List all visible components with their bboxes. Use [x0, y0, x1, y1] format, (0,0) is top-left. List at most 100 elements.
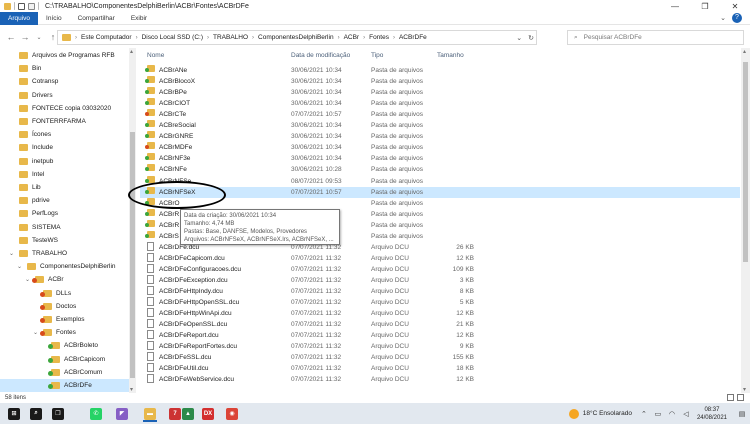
nav-pane-scrollbar[interactable]: ▴ ▾ — [129, 48, 136, 393]
tree-item[interactable]: ACBrDFe — [0, 379, 129, 392]
file-row[interactable]: ACBrNFe 30/06/2021 10:28 Pasta de arquivos — [140, 164, 740, 175]
ribbon-tab[interactable]: Compartilhar — [70, 12, 123, 25]
tree-item[interactable]: Ícones — [0, 128, 129, 141]
column-header-type[interactable]: Tipo — [371, 48, 383, 63]
tree-item[interactable]: Doctos — [0, 300, 129, 313]
address-dropdown-icon[interactable]: ⌄ — [516, 34, 522, 42]
chevron-down-icon[interactable]: ⌄ — [33, 329, 39, 336]
tree-item[interactable]: PerfLogs — [0, 207, 129, 220]
tree-item[interactable]: Exemplos — [0, 313, 129, 326]
file-row[interactable]: ACBrMDFe 30/06/2021 10:34 Pasta de arquivo… — [140, 142, 740, 153]
file-row[interactable]: ACBrDFeWebService.dcu 07/07/2021 11:32 Arq… — [140, 374, 740, 385]
chevron-down-icon[interactable]: ⌄ — [25, 276, 31, 283]
file-row[interactable]: ACBrDFeReportFortes.dcu 07/07/2021 11:32 A… — [140, 341, 740, 352]
taskbar-chrome-button[interactable]: ◉ — [222, 405, 242, 422]
breadcrumb-item[interactable]: Disco Local SSD (C:) — [142, 34, 203, 41]
chevron-right-icon[interactable]: › — [136, 35, 138, 41]
tree-item[interactable]: FONTECE copia 03032020 — [0, 102, 129, 115]
tree-item[interactable]: Include — [0, 141, 129, 154]
tree-item[interactable]: ⌄ TRABALHO — [0, 247, 129, 260]
scrollbar-thumb[interactable] — [743, 62, 748, 262]
column-header-size[interactable]: Tamanho — [437, 48, 464, 63]
volume-icon[interactable]: ◁ — [682, 410, 690, 418]
scroll-down-icon[interactable]: ▾ — [743, 386, 746, 393]
ribbon-tab[interactable]: Arquivo — [0, 11, 39, 25]
scroll-up-icon[interactable]: ▴ — [743, 48, 746, 55]
tree-item[interactable]: Cotransp — [0, 75, 129, 88]
close-button[interactable]: ✕ — [720, 0, 750, 12]
taskbar-start-button[interactable]: ⊞ — [4, 405, 24, 422]
refresh-icon[interactable]: ↻ — [528, 34, 534, 42]
recent-locations-icon[interactable]: ⌄ — [32, 30, 46, 44]
ribbon-expand-icon[interactable]: ⌄ — [720, 14, 726, 22]
breadcrumb-item[interactable]: ACBr — [344, 34, 360, 41]
ribbon-tab[interactable]: Exibir — [123, 12, 155, 25]
network-icon[interactable]: ▭ — [654, 410, 662, 418]
tree-item[interactable]: ⌄ ComponentesDelphiBerlin — [0, 260, 129, 273]
notifications-icon[interactable]: ▤ — [738, 410, 746, 418]
scroll-down-icon[interactable]: ▾ — [130, 386, 133, 393]
wifi-icon[interactable]: ◠ — [668, 410, 676, 418]
chevron-right-icon[interactable]: › — [252, 35, 254, 41]
file-row[interactable]: ACBrO Pasta de arquivos — [140, 197, 740, 209]
file-row[interactable]: ACBrANe 30/06/2021 10:34 Pasta de arquivos — [140, 65, 740, 76]
column-header-name[interactable]: Nome — [147, 48, 164, 63]
file-row[interactable]: ACBrNFSe 08/07/2021 09:53 Pasta de arquivo… — [140, 175, 740, 187]
breadcrumb-item[interactable]: Este Computador — [81, 34, 132, 41]
taskbar-file-explorer-button[interactable]: ▬ — [140, 405, 160, 422]
weather-label[interactable]: 18°C Ensolarado — [583, 410, 632, 417]
file-row[interactable]: ACBrNF3e 30/06/2021 10:34 Pasta de arquivo… — [140, 153, 740, 164]
tree-item[interactable]: SISTEMA — [0, 221, 129, 234]
file-row[interactable]: ACBrDFeHttpOpenSSL.dcu 07/07/2021 11:32 Ar… — [140, 297, 740, 308]
minimize-button[interactable]: — — [660, 0, 690, 12]
column-header-date[interactable]: Data de modificação — [291, 48, 350, 63]
file-row[interactable]: ACBrNFSeX 07/07/2021 10:57 Pasta de arquiv… — [140, 186, 740, 198]
breadcrumb-item[interactable]: TRABALHO — [213, 34, 248, 41]
clock[interactable]: 08:37 24/08/2021 — [697, 406, 727, 422]
tree-item[interactable]: Arquivos de Programas RFB — [0, 49, 129, 62]
file-row[interactable]: ACBreSocial 30/06/2021 10:34 Pasta de arqu… — [140, 120, 740, 131]
address-bar[interactable]: › Este Computador › Disco Local SSD (C:) › T… — [57, 30, 537, 45]
chevron-right-icon[interactable]: › — [207, 35, 209, 41]
file-row[interactable]: ACBrDFeHttpWinApi.dcu 07/07/2021 11:32 Arq… — [140, 308, 740, 319]
taskbar-whatsapp-button[interactable]: ✆ — [86, 405, 106, 422]
help-button[interactable]: ? — [732, 13, 742, 23]
file-row[interactable]: ACBrDFeConfiguracoes.dcu 07/07/2021 11:32… — [140, 263, 740, 275]
chevron-up-icon[interactable]: ⌃ — [640, 410, 648, 418]
search-box[interactable]: ⌕ Pesquisar ACBrDFe — [567, 30, 744, 45]
large-icons-view-icon[interactable] — [737, 394, 744, 401]
file-list-scrollbar[interactable]: ▴ ▾ — [741, 48, 750, 393]
file-row[interactable]: ACBrBPe 30/06/2021 10:34 Pasta de arquivos — [140, 87, 740, 98]
chevron-right-icon[interactable]: › — [338, 35, 340, 41]
file-row[interactable]: ACBrDFeCapicom.dcu 07/07/2021 11:32 Arquiv… — [140, 252, 740, 264]
scrollbar-thumb[interactable] — [130, 132, 135, 378]
chevron-right-icon[interactable]: › — [393, 35, 395, 41]
tree-item[interactable]: FONTERRFARMA — [0, 115, 129, 128]
file-row[interactable]: ACBrDFeReport.dcu 07/07/2021 11:32 Arquivo… — [140, 330, 740, 341]
tree-item[interactable]: Lib — [0, 181, 129, 194]
tree-item[interactable]: inetpub — [0, 155, 129, 168]
file-row[interactable]: ACBrDFeOpenSSL.dcu 07/07/2021 11:32 Arquiv… — [140, 319, 740, 330]
maximize-button[interactable]: ❐ — [690, 0, 720, 12]
breadcrumb-item[interactable]: Fontes — [369, 34, 389, 41]
details-view-icon[interactable] — [727, 394, 734, 401]
file-row[interactable]: ACBrBlocoX 30/06/2021 10:34 Pasta de arqui… — [140, 76, 740, 87]
tree-item[interactable]: ⌄ Fontes — [0, 326, 129, 339]
properties-icon[interactable] — [18, 2, 25, 10]
breadcrumb-item[interactable]: ACBrDFe — [399, 34, 427, 41]
tree-item[interactable]: ACBrCapicom — [0, 353, 129, 366]
chevron-right-icon[interactable]: › — [363, 35, 365, 41]
scroll-up-icon[interactable]: ▴ — [130, 48, 133, 55]
tree-item[interactable]: TesteWS — [0, 234, 129, 247]
file-row[interactable]: ACBrCTe 07/07/2021 10:57 Pasta de arquivos — [140, 109, 740, 120]
taskbar-dx-button[interactable]: DX — [198, 405, 218, 422]
taskbar-app-x-button[interactable]: ▲ — [178, 405, 198, 422]
file-row[interactable]: ACBrCIOT 30/06/2021 10:34 Pasta de arquivo… — [140, 98, 740, 109]
chevron-down-icon[interactable]: ⌄ — [9, 250, 15, 257]
tree-item[interactable]: Bin — [0, 62, 129, 75]
chevron-down-icon[interactable]: ⌄ — [17, 263, 23, 270]
tree-item[interactable]: pdrive — [0, 194, 129, 207]
tree-item[interactable]: Drivers — [0, 89, 129, 102]
new-folder-icon[interactable] — [28, 2, 35, 10]
tree-item[interactable]: ACBrBoleto — [0, 339, 129, 352]
